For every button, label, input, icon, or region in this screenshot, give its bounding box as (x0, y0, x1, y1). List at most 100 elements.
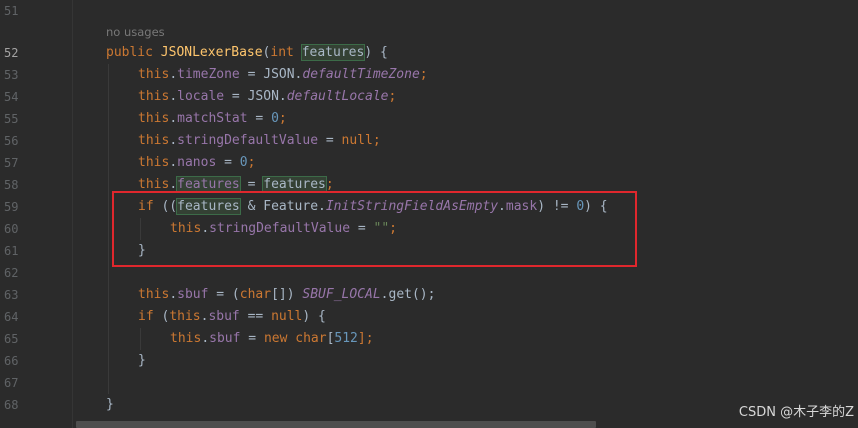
keyword: this (138, 67, 170, 82)
field: sbuf (177, 287, 209, 302)
punct: . (169, 111, 178, 126)
code-line-66[interactable]: } (138, 350, 146, 372)
param-highlight: features (300, 44, 366, 61)
keyword: null (271, 309, 303, 324)
punct: . (201, 331, 210, 346)
code-editor[interactable]: 51 52 53 54 55 56 57 58 59 60 61 62 63 6… (0, 0, 858, 428)
line-number: 57 (4, 156, 19, 170)
line-number: 62 (4, 266, 19, 280)
punct: = (239, 177, 264, 192)
field: nanos (177, 155, 217, 170)
punct: ; (419, 67, 428, 82)
code-line-63[interactable]: this.sbuf = (char[]) SBUF_LOCAL.get(); (138, 284, 435, 306)
line-number: 61 (4, 244, 19, 258)
highlight-box (112, 191, 637, 267)
gutter-separator (72, 0, 73, 428)
punct: = (318, 133, 342, 148)
line-number: 60 (4, 222, 19, 236)
keyword: int (270, 45, 294, 60)
punct: . (169, 177, 178, 192)
punct: ) { (302, 309, 326, 324)
number: 0 (239, 155, 248, 170)
line-number: 63 (4, 288, 19, 302)
static-field: SBUF_LOCAL (302, 287, 381, 302)
line-number-current: 52 (4, 46, 19, 60)
static-field: defaultTimeZone (302, 67, 420, 82)
brace: } (138, 353, 146, 368)
code-line-52[interactable]: public JSONLexerBase(int features) { (106, 42, 388, 64)
punct: . (169, 67, 178, 82)
punct: == (239, 309, 272, 324)
keyword: this (138, 133, 170, 148)
keyword: this (138, 111, 170, 126)
keyword: this (138, 177, 170, 192)
code-line-56[interactable]: this.stringDefaultValue = null; (138, 130, 381, 152)
keyword: this (138, 287, 170, 302)
punct: = (216, 155, 240, 170)
field-highlight: features (176, 176, 241, 193)
keyword: null (341, 133, 373, 148)
line-number: 53 (4, 68, 19, 82)
line-number: 68 (4, 398, 19, 412)
punct: ; (372, 133, 381, 148)
keyword: public (106, 45, 153, 60)
punct: ( (153, 309, 170, 324)
line-number: 54 (4, 90, 19, 104)
line-number: 64 (4, 310, 19, 324)
keyword: this (138, 155, 170, 170)
punct: ; (388, 89, 397, 104)
keyword: if (138, 309, 154, 324)
usages-hint[interactable]: no usages (106, 22, 165, 42)
code-line-53[interactable]: this.timeZone = JSON.defaultTimeZone; (138, 64, 428, 86)
punct: = (240, 331, 264, 346)
indent-guide (108, 64, 109, 394)
indent-guide (140, 328, 141, 350)
punct: . (169, 287, 178, 302)
field: stringDefaultValue (177, 133, 319, 148)
number: 512 (334, 331, 358, 346)
line-number: 66 (4, 354, 19, 368)
keyword: char (239, 287, 272, 302)
code-line-55[interactable]: this.matchStat = 0; (138, 108, 287, 130)
code-line-65[interactable]: this.sbuf = new char[512]; (170, 328, 374, 350)
keyword: this (138, 89, 170, 104)
field: matchStat (177, 111, 248, 126)
punct: ]; (357, 331, 374, 346)
line-number-gutter: 51 52 53 54 55 56 57 58 59 60 61 62 63 6… (0, 0, 70, 428)
line-number: 58 (4, 178, 19, 192)
line-number: 51 (4, 4, 19, 18)
watermark: CSDN @木子李的Z (738, 405, 854, 420)
code-line-54[interactable]: this.locale = JSON.defaultLocale; (138, 86, 396, 108)
number: 0 (271, 111, 279, 126)
param-highlight: features (262, 176, 327, 193)
line-number: 67 (4, 376, 19, 390)
line-number: 65 (4, 332, 19, 346)
brace: } (106, 397, 114, 412)
punct: . (169, 133, 178, 148)
punct: ; (325, 177, 334, 192)
punct: .get(); (380, 287, 436, 302)
punct: ; (278, 111, 287, 126)
code-line-64[interactable]: if (this.sbuf == null) { (138, 306, 326, 328)
punct: = (247, 111, 272, 126)
punct: = ( (208, 287, 240, 302)
code-line-68[interactable]: } (106, 394, 114, 416)
punct: ; (247, 155, 256, 170)
punct: . (169, 155, 178, 170)
field: sbuf (209, 331, 241, 346)
keyword: this (169, 309, 201, 324)
keyword: this (170, 331, 202, 346)
field: sbuf (208, 309, 240, 324)
static-field: defaultLocale (286, 89, 389, 104)
field: timeZone (177, 67, 240, 82)
line-number: 59 (4, 200, 19, 214)
line-number: 55 (4, 112, 19, 126)
keyword: char (295, 331, 327, 346)
punct: . (169, 89, 178, 104)
scrollbar-thumb[interactable] (76, 421, 596, 428)
punct: = JSON. (239, 67, 303, 82)
line-number: 56 (4, 134, 19, 148)
code-line-57[interactable]: this.nanos = 0; (138, 152, 255, 174)
keyword: new (263, 331, 288, 346)
punct: = JSON. (224, 89, 287, 104)
